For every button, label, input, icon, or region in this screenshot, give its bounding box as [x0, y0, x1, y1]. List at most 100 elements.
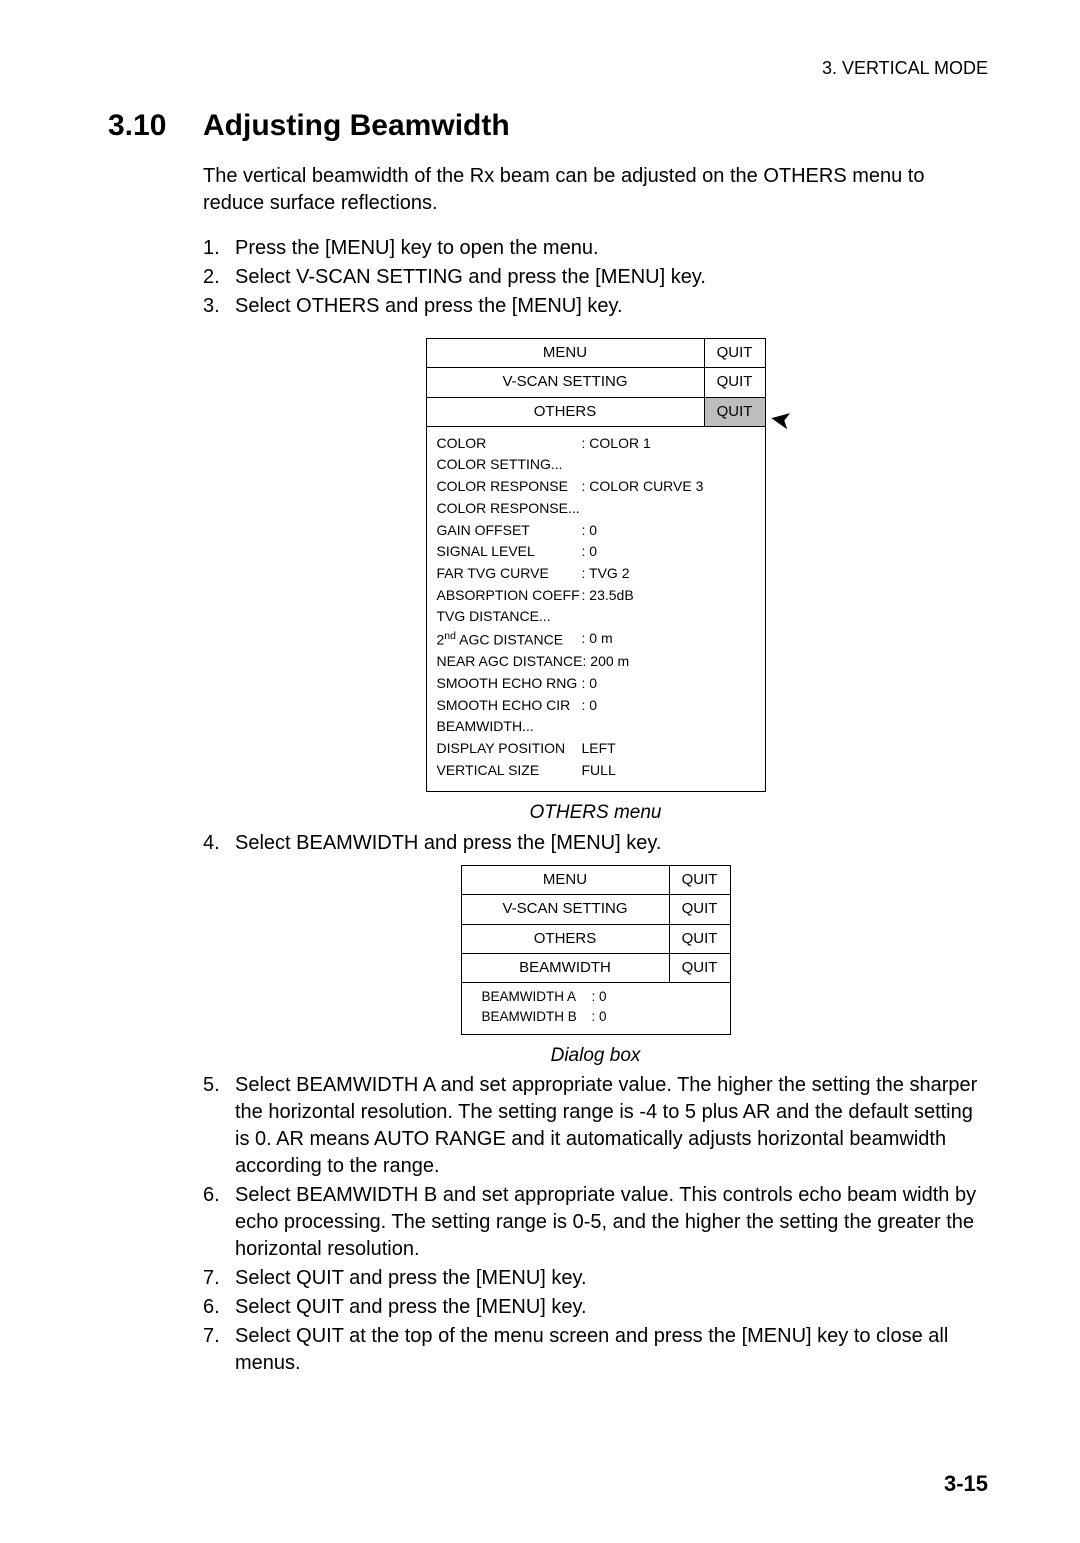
menu-item-key: GAIN OFFSET	[437, 520, 582, 542]
menu-item-key: 2nd AGC DISTANCE	[437, 628, 582, 651]
menu-item-key: SMOOTH ECHO RNG	[437, 673, 582, 695]
step-text: Select V-SCAN SETTING and press the [MEN…	[235, 264, 988, 291]
menu-item-value: : 200 m	[583, 651, 755, 673]
step-text: Select BEAMWIDTH B and set appropriate v…	[235, 1182, 988, 1263]
menu-item[interactable]: DISPLAY POSITION LEFT	[437, 738, 755, 760]
menu-item-value: : 0	[582, 541, 755, 563]
menu-item-key: BEAMWIDTH B	[482, 1007, 592, 1027]
page-header: 3. VERTICAL MODE	[108, 58, 988, 79]
menu-item-key: SMOOTH ECHO CIR	[437, 695, 582, 717]
menu-header-label: BEAMWIDTH	[462, 954, 669, 982]
step-number: 1.	[203, 235, 235, 262]
menu-item-key: NEAR AGC DISTANCE	[437, 651, 583, 673]
menu-header-label: OTHERS	[427, 398, 704, 426]
step-text: Select QUIT and press the [MENU] key.	[235, 1294, 988, 1321]
menu-item-key: TVG DISTANCE...	[437, 606, 582, 628]
list-item: 3.Select OTHERS and press the [MENU] key…	[203, 293, 988, 320]
menu-items: BEAMWIDTH A: 0BEAMWIDTH B: 0	[462, 983, 730, 1034]
menu-item[interactable]: TVG DISTANCE...	[437, 606, 755, 628]
step-number: 3.	[203, 293, 235, 320]
menu-item-value: LEFT	[582, 738, 755, 760]
menu-header-label: V-SCAN SETTING	[462, 895, 669, 923]
menu-item-key: FAR TVG CURVE	[437, 563, 582, 585]
menu-item-key: SIGNAL LEVEL	[437, 541, 582, 563]
dialog-caption: Dialog box	[203, 1043, 988, 1069]
step-text: Select QUIT at the top of the menu scree…	[235, 1323, 988, 1377]
menu-header-row: OTHERSQUIT	[462, 925, 730, 954]
menu-item[interactable]: BEAMWIDTH A: 0	[482, 987, 720, 1007]
menu-item-key: COLOR	[437, 433, 582, 455]
step-text: Press the [MENU] key to open the menu.	[235, 235, 988, 262]
dialog-box: MENUQUITV-SCAN SETTINGQUITOTHERSQUITBEAM…	[461, 865, 731, 1035]
menu-item-value: : 23.5dB	[582, 585, 755, 607]
menu-items: COLOR: COLOR 1COLOR SETTING...COLOR RESP…	[427, 427, 765, 792]
menu-item-key: COLOR SETTING...	[437, 454, 582, 476]
menu-item[interactable]: 2nd AGC DISTANCE: 0 m	[437, 628, 755, 651]
step-number: 4.	[203, 830, 235, 857]
menu-item-value	[582, 454, 755, 476]
section-heading: 3.10Adjusting Beamwidth	[108, 109, 988, 143]
step-text: Select OTHERS and press the [MENU] key.	[235, 293, 988, 320]
quit-button[interactable]: QUIT	[704, 339, 765, 367]
menu-header-row: V-SCAN SETTINGQUIT	[462, 895, 730, 924]
menu-header-row: MENUQUIT	[462, 866, 730, 895]
menu-item-value: : 0	[582, 673, 755, 695]
quit-button[interactable]: QUIT	[704, 398, 765, 426]
menu-item-value	[582, 606, 755, 628]
steps-list-b: 4.Select BEAMWIDTH and press the [MENU] …	[203, 830, 988, 857]
menu-item[interactable]: COLOR RESPONSE...	[437, 498, 755, 520]
page-number: 3-15	[944, 1471, 988, 1497]
quit-button[interactable]: QUIT	[669, 954, 730, 982]
menu-item[interactable]: BEAMWIDTH B: 0	[482, 1007, 720, 1027]
menu-caption: OTHERS menu	[203, 800, 988, 826]
menu-item-value: : COLOR CURVE 3	[582, 476, 755, 498]
menu-item[interactable]: GAIN OFFSET: 0	[437, 520, 755, 542]
menu-item[interactable]: SMOOTH ECHO CIR: 0	[437, 695, 755, 717]
menu-header-row: BEAMWIDTHQUIT	[462, 954, 730, 983]
menu-item[interactable]: VERTICAL SIZE FULL	[437, 760, 755, 782]
menu-box: MENUQUITV-SCAN SETTINGQUITOTHERSQUITCOLO…	[426, 338, 766, 792]
menu-item[interactable]: NEAR AGC DISTANCE: 200 m	[437, 651, 755, 673]
menu-header-row: V-SCAN SETTINGQUIT	[427, 368, 765, 397]
menu-item[interactable]: COLOR RESPONSE: COLOR CURVE 3	[437, 476, 755, 498]
quit-button[interactable]: QUIT	[704, 368, 765, 396]
menu-header-label: MENU	[427, 339, 704, 367]
others-menu: ➤ MENUQUITV-SCAN SETTINGQUITOTHERSQUITCO…	[426, 338, 766, 792]
section-number: 3.10	[108, 109, 203, 143]
step-number: 6.	[203, 1182, 235, 1263]
menu-header-label: OTHERS	[462, 925, 669, 953]
quit-button[interactable]: QUIT	[669, 925, 730, 953]
list-item: 7.Select QUIT at the top of the menu scr…	[203, 1323, 988, 1377]
menu-item-value: : 0	[582, 520, 755, 542]
quit-button[interactable]: QUIT	[669, 866, 730, 894]
steps-list-c: 5.Select BEAMWIDTH A and set appropriate…	[203, 1072, 988, 1377]
step-number: 5.	[203, 1072, 235, 1180]
list-item: 2.Select V-SCAN SETTING and press the [M…	[203, 264, 988, 291]
step-number: 2.	[203, 264, 235, 291]
steps-list-a: 1.Press the [MENU] key to open the menu.…	[203, 235, 988, 320]
menu-item-value: : COLOR 1	[582, 433, 755, 455]
section-title: Adjusting Beamwidth	[203, 109, 510, 142]
menu-item-value	[582, 716, 755, 738]
intro-paragraph: The vertical beamwidth of the Rx beam ca…	[203, 163, 988, 217]
menu-item-key: BEAMWIDTH...	[437, 716, 582, 738]
menu-header-row: MENUQUIT	[427, 339, 765, 368]
menu-item[interactable]: COLOR: COLOR 1	[437, 433, 755, 455]
menu-item-key: BEAMWIDTH A	[482, 987, 592, 1007]
menu-item-value: : 0	[592, 987, 720, 1007]
menu-item[interactable]: SMOOTH ECHO RNG: 0	[437, 673, 755, 695]
menu-item-key: ABSORPTION COEFF	[437, 585, 582, 607]
menu-item[interactable]: COLOR SETTING...	[437, 454, 755, 476]
menu-item-value: : 0 m	[582, 628, 755, 651]
list-item: 7.Select QUIT and press the [MENU] key.	[203, 1265, 988, 1292]
cursor-icon: ➤	[767, 400, 795, 438]
step-text: Select BEAMWIDTH and press the [MENU] ke…	[235, 830, 988, 857]
menu-item[interactable]: ABSORPTION COEFF: 23.5dB	[437, 585, 755, 607]
step-number: 6.	[203, 1294, 235, 1321]
menu-item[interactable]: SIGNAL LEVEL: 0	[437, 541, 755, 563]
menu-header-label: V-SCAN SETTING	[427, 368, 704, 396]
menu-item[interactable]: FAR TVG CURVE: TVG 2	[437, 563, 755, 585]
quit-button[interactable]: QUIT	[669, 895, 730, 923]
menu-item[interactable]: BEAMWIDTH...	[437, 716, 755, 738]
step-text: Select BEAMWIDTH A and set appropriate v…	[235, 1072, 988, 1180]
